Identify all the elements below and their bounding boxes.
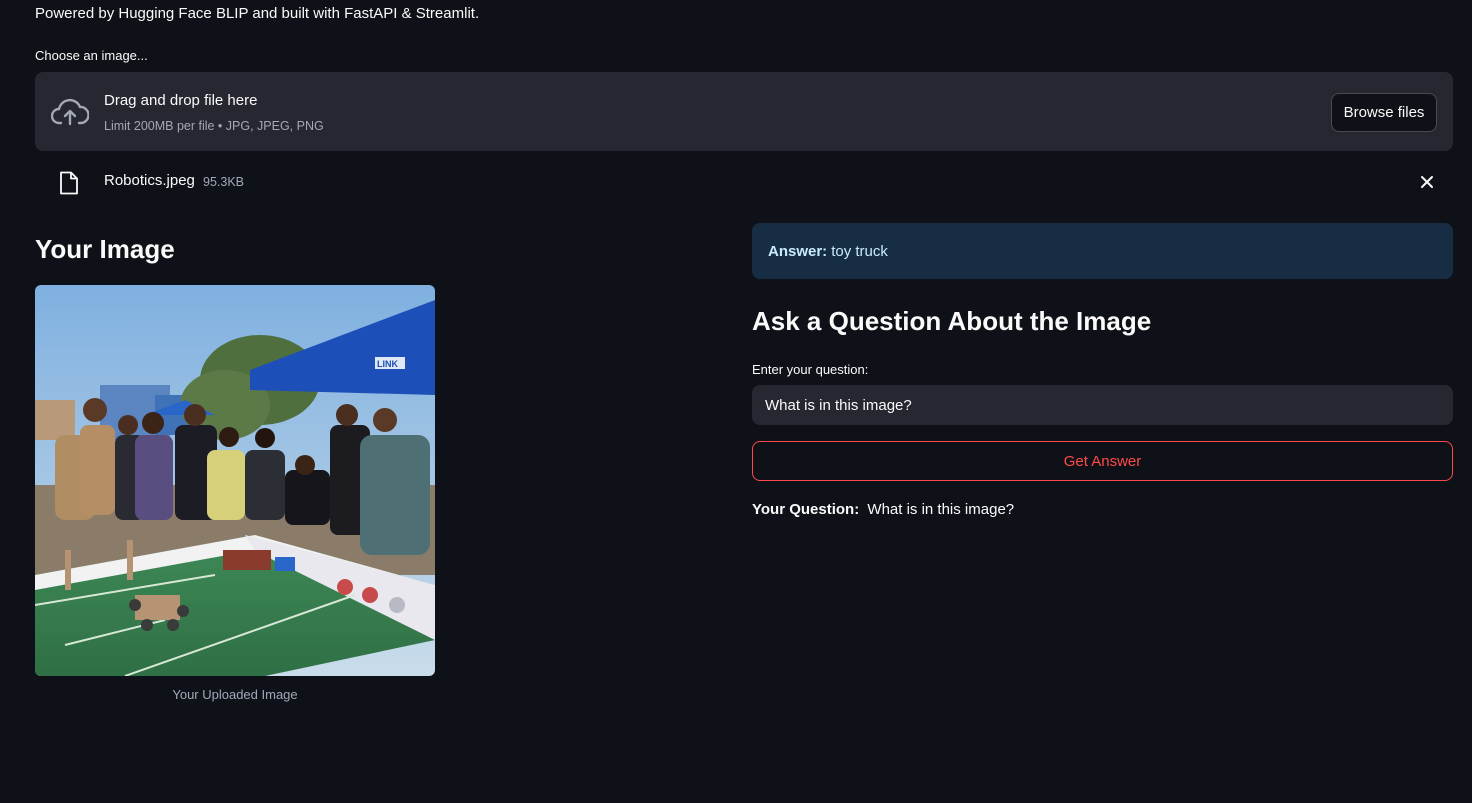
app-subtitle: Powered by Hugging Face BLIP and built w…: [35, 5, 480, 22]
uploaded-file-size: 95.3KB: [203, 175, 245, 189]
image-caption: Your Uploaded Image: [172, 687, 298, 702]
your-question-display: Your Question: What is in this image?: [752, 501, 1014, 518]
question-label: Enter your question:: [752, 362, 869, 377]
question-input[interactable]: [752, 385, 1453, 425]
uploader-label: Choose an image...: [35, 48, 148, 63]
your-question-label: Your Question:: [752, 501, 860, 518]
answer-value: toy truck: [831, 242, 888, 260]
browse-files-button[interactable]: Browse files: [1331, 93, 1437, 132]
your-question-value: What is in this image?: [867, 501, 1015, 518]
uploaded-file-name: Robotics.jpeg: [104, 172, 195, 189]
uploaded-image: LINK: [35, 285, 435, 676]
tent-banner-text: LINK: [377, 359, 398, 369]
dropzone-title: Drag and drop file here: [104, 92, 258, 109]
file-dropzone[interactable]: Drag and drop file here Limit 200MB per …: [35, 72, 1453, 151]
remove-file-button[interactable]: [1417, 172, 1437, 192]
file-icon: [60, 171, 78, 195]
get-answer-button[interactable]: Get Answer: [752, 441, 1453, 481]
ask-question-heading: Ask a Question About the Image: [752, 306, 1152, 336]
dropzone-limit-text: Limit 200MB per file • JPG, JPEG, PNG: [104, 119, 324, 133]
your-image-heading: Your Image: [35, 234, 175, 264]
answer-info-box: Answer: toy truck: [752, 223, 1453, 279]
answer-label: Answer:: [768, 242, 828, 260]
cloud-upload-icon: [51, 98, 89, 126]
close-icon: [1421, 176, 1433, 188]
uploaded-file-row: Robotics.jpeg 95.3KB: [35, 165, 1453, 201]
